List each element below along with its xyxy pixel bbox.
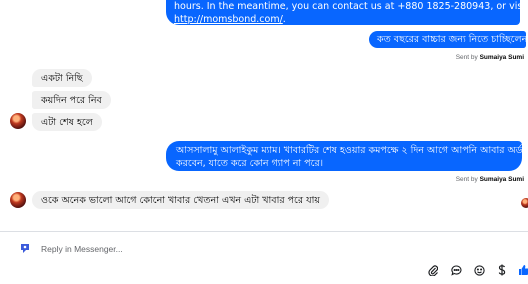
contact-avatar[interactable] xyxy=(10,192,26,208)
website-link[interactable]: http://momsbond.com/ xyxy=(174,14,283,25)
sent-by-label: Sent by Sumaiya Sumi xyxy=(455,176,524,183)
message-composer xyxy=(0,231,528,284)
message-text: ওকে অনেক ভালো আগে কোনো খাবার খেতনা এখন এ… xyxy=(41,195,320,206)
message-text: করবেন, যাতে করে কোন গ্যাপ না পরে। xyxy=(176,158,324,169)
incoming-message: একটা নিছি xyxy=(32,69,92,87)
outgoing-message: hours. In the meantime, you can contact … xyxy=(166,0,528,25)
thumbs-up-icon[interactable] xyxy=(518,264,528,276)
incoming-message: ওকে অনেক ভালো আগে কোনো খাবার খেতনা এখন এ… xyxy=(32,191,329,209)
sent-by-label: Sent by Sumaiya Sumi xyxy=(455,54,524,61)
smiley-icon[interactable] xyxy=(473,264,485,276)
paperclip-icon[interactable] xyxy=(427,264,439,276)
reply-input[interactable] xyxy=(41,241,481,257)
incoming-message: এটা শেষ হলে xyxy=(32,113,102,131)
outgoing-message: কত বছরের বাচ্চার জন্য নিতে চাচ্ছিলেন ? xyxy=(369,31,528,48)
message-text: একটা নিছি xyxy=(41,73,83,84)
message-text: কয়দিন পরে নিব xyxy=(41,95,102,106)
divider xyxy=(0,231,528,232)
speech-bubble-icon[interactable] xyxy=(450,264,462,276)
sender-name: Sumaiya Sumi xyxy=(479,176,524,183)
seen-avatar xyxy=(521,198,528,208)
message-text: কত বছরের বাচ্চার জন্য নিতে চাচ্ছিলেন ? xyxy=(377,34,528,45)
message-text: এটা শেষ হলে xyxy=(41,117,93,128)
outgoing-message: আসসালামু আলাইকুম ম্যাম। খাবারটির শেষ হওয… xyxy=(166,141,528,171)
contact-avatar[interactable] xyxy=(10,113,26,129)
message-text-suffix: . xyxy=(282,14,286,25)
message-text: আসসালামু আলাইকুম ম্যাম। খাবারটির শেষ হওয… xyxy=(176,145,528,156)
sender-name: Sumaiya Sumi xyxy=(479,54,524,61)
page-avatar-icon xyxy=(20,243,30,255)
message-text: hours. In the meantime, you can contact … xyxy=(174,1,528,12)
incoming-message: কয়দিন পরে নিব xyxy=(32,91,111,109)
dollar-icon[interactable] xyxy=(496,264,508,276)
